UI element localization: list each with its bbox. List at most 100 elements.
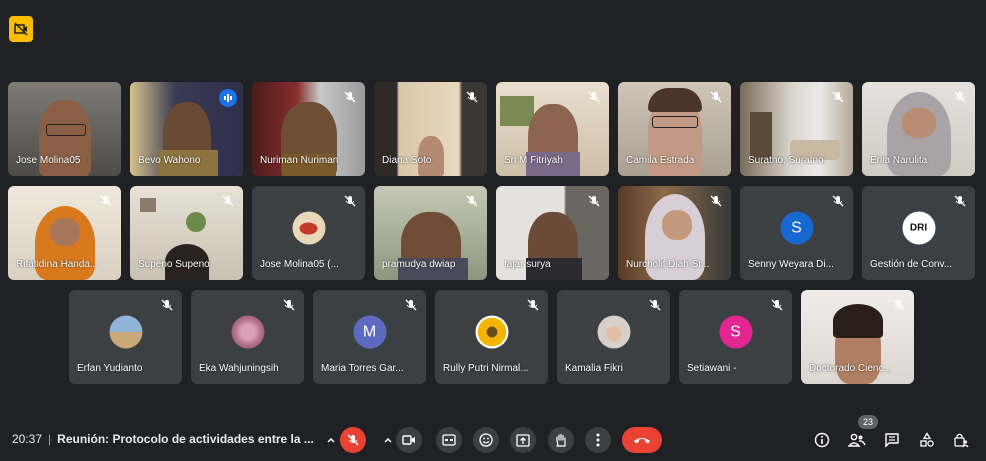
mic-off-icon bbox=[588, 91, 600, 103]
participant-tile[interactable]: Doctorado Cienc... bbox=[801, 290, 914, 384]
captions-button[interactable] bbox=[436, 427, 462, 453]
reactions-button[interactable] bbox=[473, 427, 499, 453]
participant-tile[interactable]: Rifatidina Handa... bbox=[8, 186, 121, 280]
avatar-logo-text: DRI bbox=[909, 222, 928, 234]
video-options-chevron-icon[interactable] bbox=[379, 430, 397, 450]
participant-tile[interactable]: Jose Molina05 (... bbox=[252, 186, 365, 280]
participant-count-badge: 23 bbox=[858, 415, 878, 429]
mic-off-icon bbox=[771, 299, 783, 311]
avatar: S bbox=[719, 315, 752, 349]
mic-off-icon bbox=[832, 195, 844, 207]
meeting-details-button[interactable] bbox=[811, 429, 833, 451]
participant-tile[interactable]: M Maria Torres Gar... bbox=[313, 290, 426, 384]
control-bar: 20:37 | Reunión: Protocolo de actividades … bbox=[0, 400, 986, 461]
participant-tile[interactable]: fajar surya bbox=[496, 186, 609, 280]
participant-tile[interactable]: Diana Soto bbox=[374, 82, 487, 176]
participant-grid: Jose Molina05 Bevo Wahono Nuriman Nurima… bbox=[0, 0, 986, 400]
participant-tile[interactable]: Erfan Yudianto bbox=[69, 290, 182, 384]
mic-off-icon bbox=[588, 195, 600, 207]
mic-off-icon bbox=[466, 195, 478, 207]
separator: | bbox=[48, 432, 52, 446]
mic-off-icon bbox=[710, 195, 722, 207]
participant-tile[interactable]: Eka Wahjuningsih bbox=[191, 290, 304, 384]
participant-name: Jose Molina05 bbox=[16, 155, 81, 166]
shapes-icon bbox=[920, 432, 934, 447]
mic-off-icon bbox=[954, 195, 966, 207]
mic-off-icon bbox=[893, 299, 905, 311]
participant-tile[interactable]: Nuriman Nuriman bbox=[252, 82, 365, 176]
audio-options-chevron-icon[interactable] bbox=[322, 430, 340, 450]
mic-off-icon bbox=[832, 91, 844, 103]
participant-tile[interactable]: Sri M Fitriyah bbox=[496, 82, 609, 176]
participant-name: Nurcholif Diah Sr... bbox=[626, 259, 710, 270]
leave-call-button[interactable] bbox=[622, 427, 662, 453]
mic-off-icon bbox=[527, 299, 539, 311]
host-controls-button[interactable] bbox=[950, 429, 972, 451]
participant-name: fajar surya bbox=[504, 259, 551, 270]
mic-off-icon bbox=[222, 195, 234, 207]
chat-button[interactable] bbox=[881, 429, 903, 451]
more-vert-icon bbox=[596, 433, 600, 447]
avatar: DRI bbox=[902, 211, 935, 245]
participant-name: Diana Soto bbox=[382, 155, 432, 166]
participant-name: Sri M Fitriyah bbox=[504, 155, 563, 166]
participant-tile[interactable]: Bevo Wahono bbox=[130, 82, 243, 176]
participant-tile[interactable]: pramudya dwiap bbox=[374, 186, 487, 280]
info-icon bbox=[814, 432, 830, 448]
people-icon bbox=[848, 433, 866, 447]
participant-name: Maria Torres Gar... bbox=[321, 363, 404, 374]
meeting-info: 20:37 | Reunión: Protocolo de actividades … bbox=[12, 432, 314, 446]
microphone-toggle-button[interactable] bbox=[340, 427, 366, 453]
camera-toggle-button[interactable] bbox=[396, 427, 422, 453]
participant-tile[interactable]: Rully Putri Nirmal... bbox=[435, 290, 548, 384]
participant-tile[interactable]: S Senny Weyara Di... bbox=[740, 186, 853, 280]
mic-off-icon bbox=[161, 299, 173, 311]
avatar-initial: S bbox=[791, 219, 802, 237]
participant-tile[interactable]: Erlia Narulita bbox=[862, 82, 975, 176]
participant-tile[interactable]: S Setiawani - bbox=[679, 290, 792, 384]
sunflower-avatar-icon bbox=[475, 315, 508, 349]
chat-icon bbox=[885, 433, 899, 448]
participant-name: Erlia Narulita bbox=[870, 155, 928, 166]
people-button[interactable] bbox=[846, 429, 868, 451]
participant-name: Camila Estrada bbox=[626, 155, 695, 166]
more-options-button[interactable] bbox=[585, 427, 611, 453]
participant-tile[interactable]: Supeno Supeno bbox=[130, 186, 243, 280]
avatar: S bbox=[780, 211, 813, 245]
participant-tile[interactable]: Kamalia Fikri bbox=[557, 290, 670, 384]
avatar bbox=[231, 315, 264, 349]
mic-off-icon bbox=[344, 91, 356, 103]
participant-name: Doctorado Cienc... bbox=[809, 363, 892, 374]
participant-name: Rully Putri Nirmal... bbox=[443, 363, 529, 374]
participant-tile[interactable]: Camila Estrada bbox=[618, 82, 731, 176]
mic-off-icon bbox=[100, 195, 112, 207]
mic-off-icon bbox=[466, 91, 478, 103]
raise-hand-button[interactable] bbox=[548, 427, 574, 453]
avatar-initial: S bbox=[730, 323, 741, 341]
participant-name: Eka Wahjuningsih bbox=[199, 363, 279, 374]
participant-name: pramudya dwiap bbox=[382, 259, 456, 270]
participant-name: Nuriman Nuriman bbox=[260, 155, 339, 166]
participant-name: Supeno Supeno bbox=[138, 259, 210, 270]
avatar bbox=[597, 315, 630, 349]
meeting-title: Reunión: Protocolo de actividades entre … bbox=[57, 432, 314, 446]
avatar bbox=[292, 211, 325, 245]
participant-name: Senny Weyara Di... bbox=[748, 259, 834, 270]
participant-tile[interactable]: Nurcholif Diah Sr... bbox=[618, 186, 731, 280]
avatar bbox=[109, 315, 142, 349]
participant-tile[interactable]: Jose Molina05 bbox=[8, 82, 121, 176]
camera-icon bbox=[402, 435, 415, 445]
participant-name: Erfan Yudianto bbox=[77, 363, 143, 374]
avatar-initial: M bbox=[362, 323, 377, 341]
participant-name: Bevo Wahono bbox=[138, 155, 201, 166]
hand-icon bbox=[556, 433, 566, 447]
speaking-indicator-icon bbox=[219, 89, 237, 107]
lock-person-icon bbox=[954, 433, 969, 448]
present-screen-button[interactable] bbox=[510, 427, 536, 453]
mic-off-icon bbox=[710, 91, 722, 103]
activities-button[interactable] bbox=[916, 429, 938, 451]
emoji-icon bbox=[479, 433, 493, 447]
participant-tile[interactable]: Suratno, Suratno, bbox=[740, 82, 853, 176]
participant-tile[interactable]: DRI Gestión de Conv... bbox=[862, 186, 975, 280]
avatar: M bbox=[353, 315, 386, 349]
